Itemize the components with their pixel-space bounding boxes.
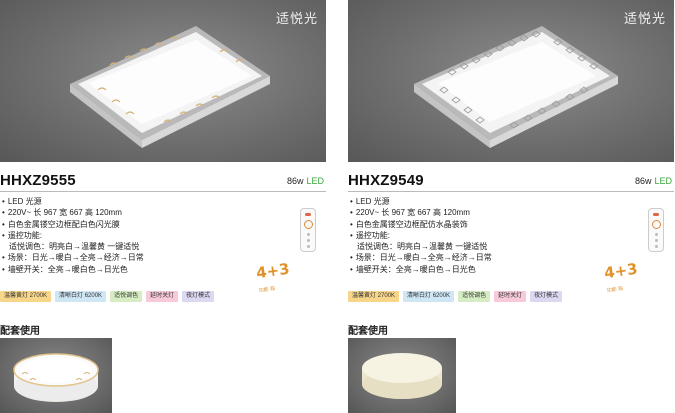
power-value: 86w [634,176,652,186]
section-title: 配套使用 [0,326,40,337]
spec-item: 适悦调色：明亮白→温馨黄 一键适悦 [357,242,488,252]
feature-tags: 温馨黄灯 2700K 清晰白灯 6200K 适悦调色 延时关灯 夜灯模式 [0,291,215,302]
spec-item: 白色金属镂空边框配仿水晶装饰 [350,219,492,230]
badge-number: 4+3 [603,259,639,283]
spec-item: 场景：日光→暖白→全亮→经济→日常 [2,252,144,263]
remote-control-icon [300,208,316,252]
feature-tag: 温馨黄灯 2700K [0,291,52,302]
brand-logo: 适悦光 [623,12,666,27]
feature-tag: 延时关灯 [494,291,527,302]
spec-list: LED 光源 220V~ 长 967 宽 667 高 120mm 白色金属镂空边… [350,196,492,275]
function-badge: 4+3 功能 段 [603,259,639,295]
spec-item: LED 光源 [350,196,492,207]
led-label: LED [306,176,324,186]
feature-tag: 温馨黄灯 2700K [348,291,400,302]
product-card: 适悦光 HHXZ9555 86wLED LED 光源 220V~ 长 967 宽… [0,0,326,413]
feature-tag: 清晰白灯 6200K [55,291,107,302]
led-label: LED [654,176,672,186]
feature-tag: 清晰白灯 6200K [403,291,455,302]
spec-item: 场景：日光→暖白→全亮→经济→日常 [350,252,492,263]
badge-caption: 功能 段 [258,285,276,295]
spec-item: 遥控功能: [2,230,144,241]
feature-tag: 适悦调色 [110,291,143,302]
divider [0,191,326,192]
accessory-photo [348,338,456,413]
divider [348,191,674,192]
section-title: 配套使用 [348,326,388,337]
catalog-page: 适悦光 HHXZ9555 86wLED LED 光源 220V~ 长 967 宽… [0,0,675,413]
spec-item: 白色金属镂空边框配白色闪光膜 [2,219,144,230]
spec-item: 220V~ 长 967 宽 667 高 120mm [350,207,492,218]
badge-number: 4+3 [255,259,291,283]
model-number: HHXZ9555 [0,172,76,189]
model-number: HHXZ9549 [348,172,424,189]
feature-tags: 温馨黄灯 2700K 清晰白灯 6200K 适悦调色 延时关灯 夜灯模式 [348,291,563,302]
spec-item: 墙壁开关：全亮→暖白色→日光色 [2,264,144,275]
round-light-image [362,353,442,399]
power-rating: 86w LED [635,176,672,186]
accessory-photo [0,338,112,413]
feature-tag: 夜灯模式 [182,291,215,302]
feature-tag: 夜灯模式 [530,291,563,302]
spec-item: 遥控功能: [350,230,492,241]
feature-tag: 延时关灯 [146,291,179,302]
spec-item: LED 光源 [2,196,144,207]
product-photo: 适悦光 [348,0,674,162]
badge-caption: 功能 段 [606,285,624,295]
spec-item: 220V~ 长 967 宽 667 高 120mm [2,207,144,218]
spec-item: 墙壁开关：全亮→暖白色→日光色 [350,264,492,275]
product-card: 适悦光 HHXZ9549 86wLED LED 光源 220V~ 长 967 宽… [348,0,674,413]
brand-logo: 适悦光 [275,12,318,27]
function-badge: 4+3 功能 段 [255,259,291,295]
spec-list: LED 光源 220V~ 长 967 宽 667 高 120mm 白色金属镂空边… [2,196,144,275]
round-light-image [13,353,99,402]
feature-tag: 适悦调色 [458,291,491,302]
power-rating: 86w LED [287,176,324,186]
power-value: 86w [286,176,304,186]
remote-control-icon [648,208,664,252]
spec-item: 适悦调色：明亮白→温馨黄 一键适悦 [9,242,140,252]
product-photo: 适悦光 [0,0,326,162]
